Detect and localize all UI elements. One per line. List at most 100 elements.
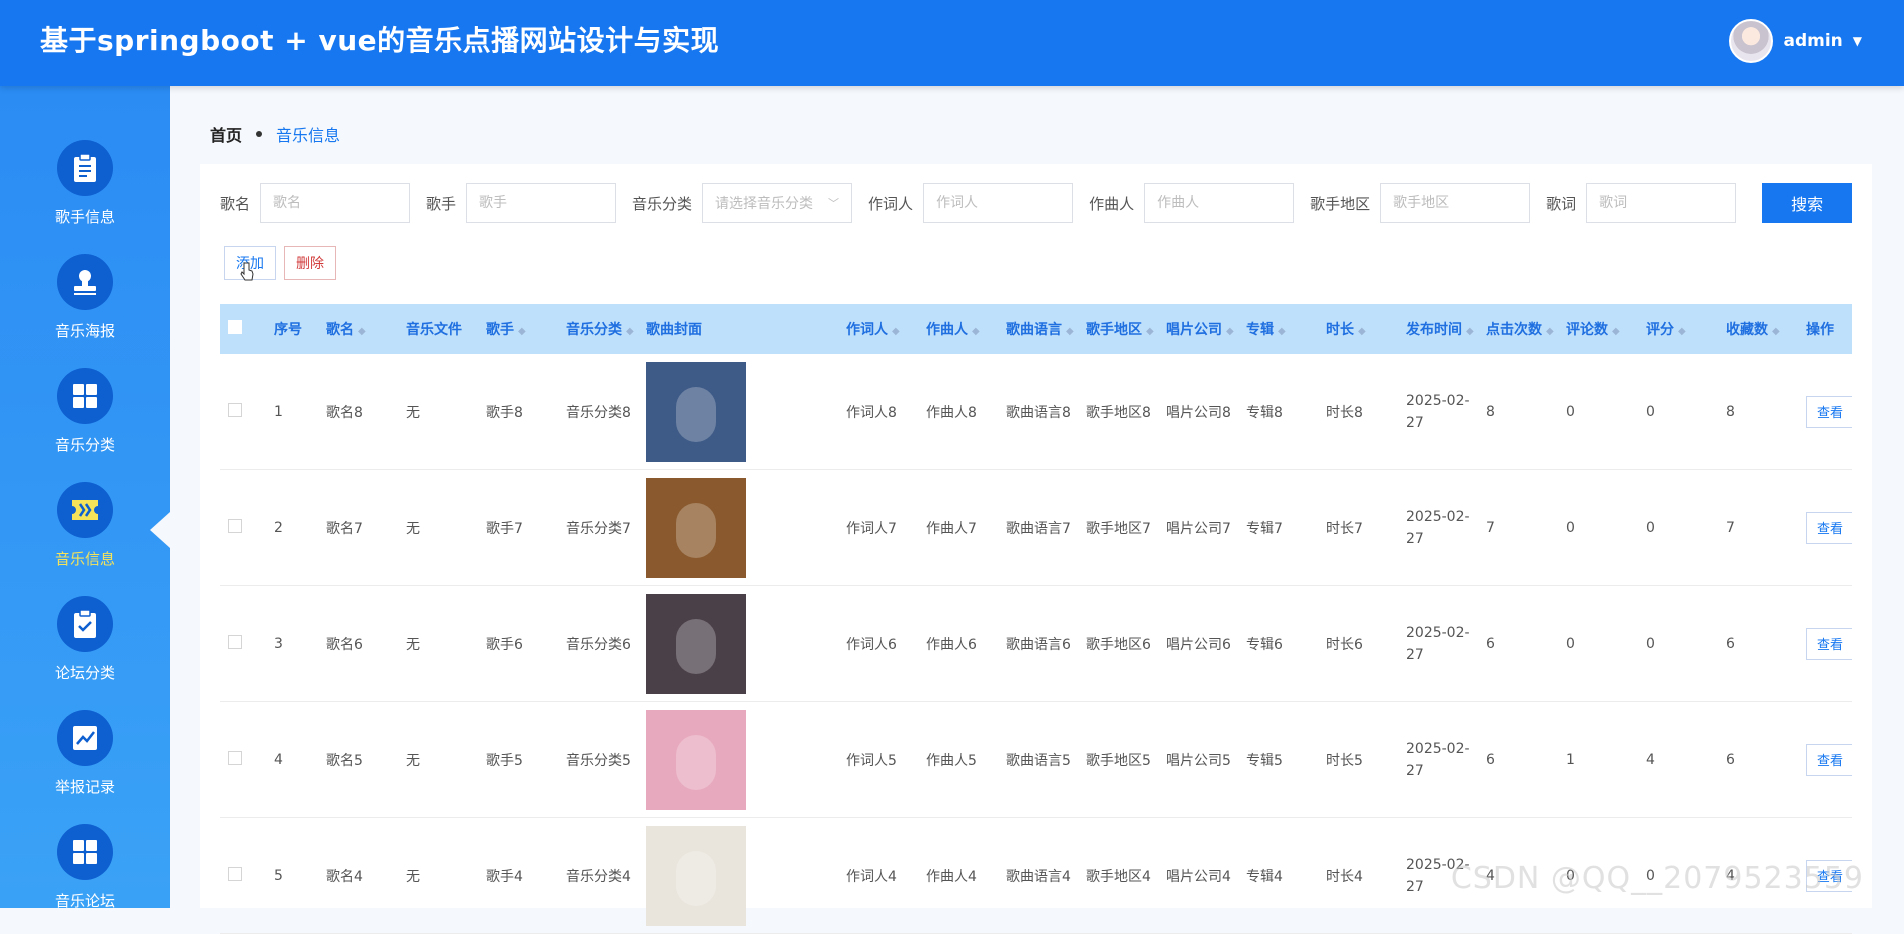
sidebar-item-music-forum[interactable]: 音乐论坛	[0, 824, 170, 934]
table-row: 3 歌名6 无歌手6 音乐分类6 作词人6 作曲人6 歌曲语言6 歌手地区6 唱片公司6 专辑6 时…	[220, 585, 1852, 702]
cell-clicks: 8	[1478, 354, 1558, 470]
user-menu[interactable]: admin ▼	[1729, 19, 1862, 63]
sidebar-item-report-records[interactable]: 举报记录	[0, 710, 170, 820]
cell-category: 音乐分类5	[558, 701, 638, 818]
col-header: 歌曲封面	[638, 304, 838, 354]
col-header[interactable]: 歌名 ◆	[318, 304, 398, 354]
lyrics-input[interactable]	[1586, 183, 1737, 223]
col-header[interactable]: 发布时间 ◆	[1398, 304, 1478, 354]
cell-favs: 6	[1718, 701, 1798, 818]
cell-favs: 7	[1718, 469, 1798, 586]
album-cover	[638, 354, 838, 470]
sidebar-item-label: 音乐分类	[54, 436, 115, 454]
lyricist-label: 作词人	[868, 194, 914, 213]
cell-comments: 0	[1558, 585, 1638, 702]
col-header[interactable]: 评论数 ◆	[1558, 304, 1638, 354]
sidebar-item-music-poster[interactable]: 音乐海报	[0, 254, 170, 364]
row-checkbox[interactable]	[220, 585, 266, 702]
row-actions: 查看	[1798, 469, 1852, 586]
cell-date: 2025-02-27	[1398, 469, 1478, 586]
cell-duration: 时长6	[1318, 585, 1398, 702]
col-header[interactable]: 时长 ◆	[1318, 304, 1398, 354]
cell-label: 唱片公司5	[1158, 701, 1238, 818]
view-button[interactable]: 查看	[1806, 743, 1852, 776]
breadcrumb-separator	[256, 131, 263, 137]
row-checkbox[interactable]	[220, 817, 266, 934]
cell-no: 4	[266, 701, 318, 818]
cell-song: 歌名5	[318, 701, 398, 818]
cell-song: 歌名7	[318, 469, 398, 586]
row-checkbox[interactable]	[220, 701, 266, 818]
sidebar-item-forum-category[interactable]: 论坛分类	[0, 596, 170, 706]
category-select[interactable]: 请选择音乐分类 ﹀	[702, 183, 853, 223]
lyricist-input[interactable]	[923, 183, 1074, 223]
cell-lyricist: 作词人8	[838, 354, 918, 470]
col-header[interactable]: 评分 ◆	[1638, 304, 1718, 354]
cell-lyricist: 作词人7	[838, 469, 918, 586]
col-header: 音乐文件	[398, 304, 478, 354]
grid-icon	[57, 368, 113, 424]
sort-icon: ◆	[892, 326, 900, 337]
row-checkbox[interactable]	[220, 354, 266, 470]
table-header: 序号 歌名 ◆ 音乐文件 歌手 ◆ 音乐分类 ◆ 歌曲封面 作词人 ◆ 作曲人 ◆ 歌曲语…	[220, 304, 1852, 354]
cell-date: 2025-02-27	[1398, 701, 1478, 818]
cell-duration: 时长7	[1318, 469, 1398, 586]
cell-clicks: 6	[1478, 701, 1558, 818]
cell-song: 歌名6	[318, 585, 398, 702]
cell-label: 唱片公司6	[1158, 585, 1238, 702]
col-header[interactable]: 专辑 ◆	[1238, 304, 1318, 354]
col-header[interactable]: 歌手 ◆	[478, 304, 558, 354]
cell-region: 歌手地区7	[1078, 469, 1158, 586]
user-name[interactable]: admin	[1783, 31, 1842, 51]
singer-input[interactable]	[466, 183, 617, 223]
cell-composer: 作曲人5	[918, 701, 998, 818]
row-checkbox[interactable]	[220, 469, 266, 586]
cell-language: 歌曲语言6	[998, 585, 1078, 702]
singer-label: 歌手	[426, 194, 457, 213]
view-button[interactable]: 查看	[1806, 395, 1852, 428]
sidebar-item-label: 举报记录	[54, 778, 115, 796]
col-header[interactable]: 音乐分类 ◆	[558, 304, 638, 354]
sidebar-item-label: 论坛分类	[54, 664, 115, 682]
avatar[interactable]	[1729, 19, 1774, 63]
composer-input[interactable]	[1144, 183, 1295, 223]
sidebar-item-music-category[interactable]: 音乐分类	[0, 368, 170, 478]
row-actions: 查看	[1798, 354, 1852, 470]
col-header[interactable]: 歌曲语言 ◆	[998, 304, 1078, 354]
cell-singer: 歌手5	[478, 701, 558, 818]
song-input[interactable]	[260, 183, 411, 223]
cell-category: 音乐分类6	[558, 585, 638, 702]
cell-duration: 时长4	[1318, 817, 1398, 934]
category-placeholder: 请选择音乐分类	[715, 196, 814, 212]
view-button[interactable]: 查看	[1806, 511, 1852, 544]
col-header[interactable]: 作词人 ◆	[838, 304, 918, 354]
content-panel: 歌名 歌手 音乐分类 请选择音乐分类 ﹀ 作词人 作曲人 歌手地区 歌词 搜索 …	[200, 164, 1872, 934]
cell-favs: 8	[1718, 354, 1798, 470]
col-header[interactable]: 点击次数 ◆	[1478, 304, 1558, 354]
cell-file: 无	[398, 701, 478, 818]
search-button[interactable]: 搜索	[1762, 183, 1853, 223]
row-actions: 查看	[1798, 585, 1852, 702]
select-all-checkbox[interactable]	[220, 304, 266, 354]
breadcrumb-home[interactable]: 首页	[210, 122, 242, 146]
app-title: 基于springboot + vue的音乐点播网站设计与实现	[40, 24, 720, 57]
chevron-down-icon[interactable]: ▼	[1853, 34, 1862, 48]
cell-composer: 作曲人4	[918, 817, 998, 934]
cell-song: 歌名4	[318, 817, 398, 934]
col-header[interactable]: 收藏数 ◆	[1718, 304, 1798, 354]
sidebar-item-singer-info[interactable]: 歌手信息	[0, 140, 170, 250]
view-button[interactable]: 查看	[1806, 627, 1852, 660]
grid-icon	[57, 824, 113, 880]
col-header[interactable]: 作曲人 ◆	[918, 304, 998, 354]
cell-no: 3	[266, 585, 318, 702]
col-header[interactable]: 歌手地区 ◆	[1078, 304, 1158, 354]
sort-icon: ◆	[1772, 326, 1780, 337]
sidebar-item-music-info[interactable]: 音乐信息	[0, 482, 170, 592]
clipboard-check-icon	[57, 596, 113, 652]
sort-icon: ◆	[518, 326, 526, 337]
col-header[interactable]: 唱片公司 ◆	[1158, 304, 1238, 354]
region-input[interactable]	[1380, 183, 1531, 223]
cell-singer: 歌手6	[478, 585, 558, 702]
cell-category: 音乐分类8	[558, 354, 638, 470]
delete-button[interactable]: 删除	[284, 246, 336, 280]
